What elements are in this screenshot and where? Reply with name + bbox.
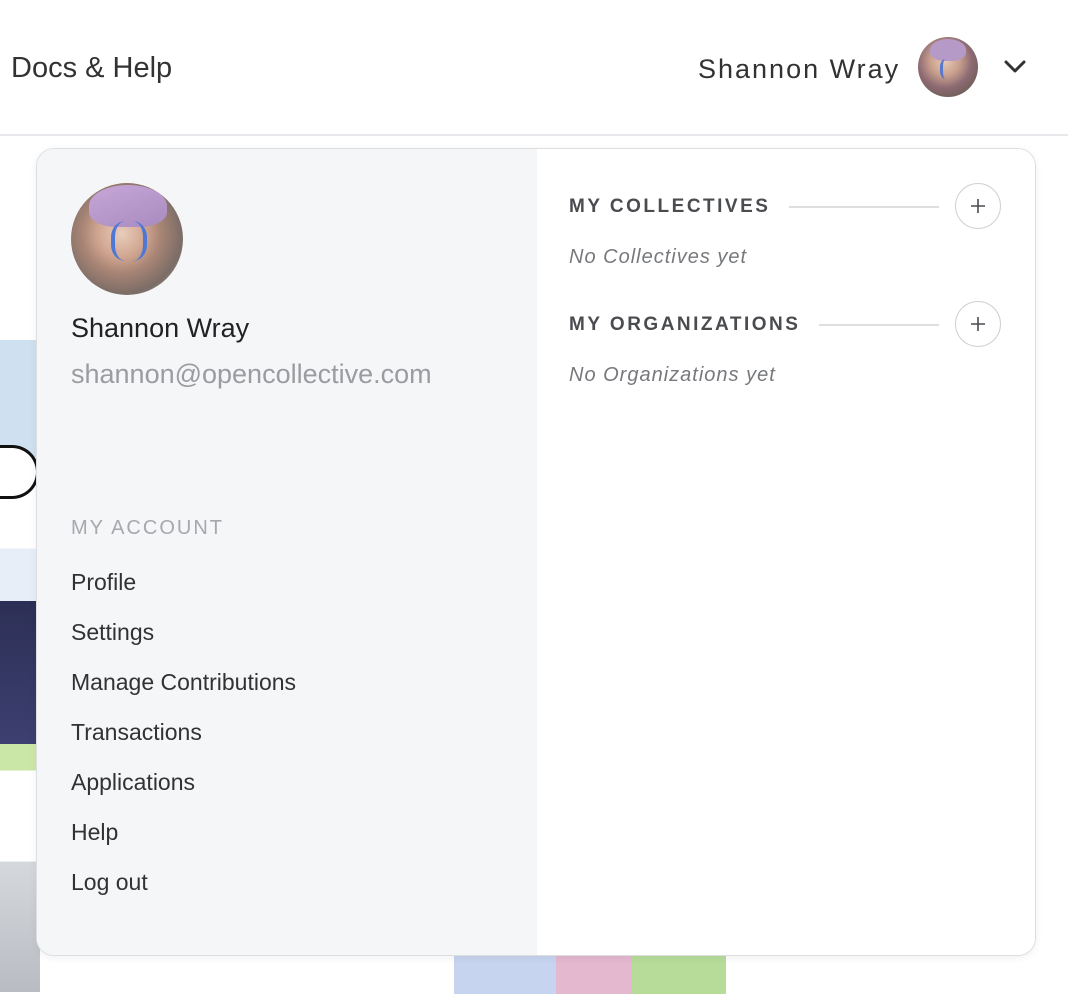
- header-avatar[interactable]: [918, 37, 978, 97]
- profile-avatar: [71, 183, 183, 295]
- header-user-name[interactable]: Shannon Wray: [698, 52, 900, 86]
- menu-item-settings[interactable]: Settings: [71, 617, 296, 647]
- plus-icon: [971, 199, 985, 213]
- menu-item-transactions[interactable]: Transactions: [71, 717, 296, 747]
- account-pane: Shannon Wray shannon@opencollective.com …: [37, 149, 537, 955]
- background-illustration-bottom: [420, 952, 760, 994]
- menu-item-log-out[interactable]: Log out: [71, 867, 296, 897]
- add-organization-button[interactable]: [955, 301, 1001, 347]
- memberships-pane: MY COLLECTIVES No Collectives yet MY ORG…: [537, 149, 1035, 955]
- my-account-label: MY ACCOUNT: [71, 517, 224, 539]
- chevron-down-icon[interactable]: [1000, 52, 1030, 82]
- menu-item-manage-contributions[interactable]: Manage Contributions: [71, 667, 296, 697]
- account-menu: Profile Settings Manage Contributions Tr…: [71, 567, 296, 917]
- profile-name: Shannon Wray: [71, 313, 250, 343]
- menu-item-profile[interactable]: Profile: [71, 567, 296, 597]
- top-navigation-bar: Docs & Help Shannon Wray: [0, 0, 1068, 136]
- my-organizations-title: MY ORGANIZATIONS: [569, 314, 801, 335]
- background-illustration-left: [0, 340, 40, 992]
- profile-menu-dropdown: Shannon Wray shannon@opencollective.com …: [36, 148, 1036, 956]
- collectives-divider: [789, 206, 939, 208]
- my-collectives-title: MY COLLECTIVES: [569, 196, 771, 217]
- plus-icon: [971, 317, 985, 331]
- docs-help-link[interactable]: Docs & Help: [11, 50, 172, 86]
- profile-email: shannon@opencollective.com: [71, 359, 432, 389]
- add-collective-button[interactable]: [955, 183, 1001, 229]
- organizations-empty-note: No Organizations yet: [569, 364, 776, 386]
- menu-item-help[interactable]: Help: [71, 817, 296, 847]
- menu-item-applications[interactable]: Applications: [71, 767, 296, 797]
- collectives-empty-note: No Collectives yet: [569, 246, 748, 268]
- organizations-divider: [819, 324, 939, 326]
